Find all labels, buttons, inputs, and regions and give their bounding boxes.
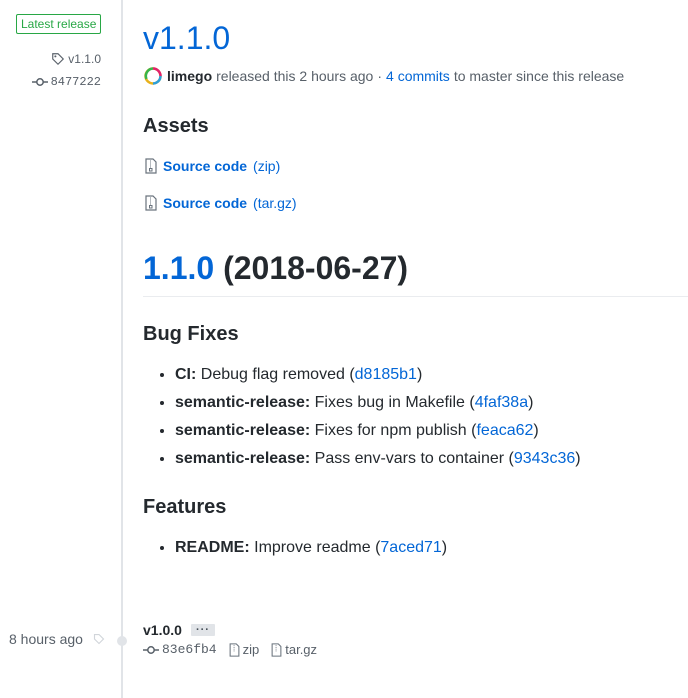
list-item: CI: Debug flag removed (d8185b1) <box>175 361 581 389</box>
older-commit-sha: 83e6fb4 <box>162 642 217 657</box>
change-text: Improve readme ( <box>254 539 381 556</box>
list-item: README: Improve readme (7aced71) <box>175 534 447 562</box>
avatar[interactable] <box>143 66 163 86</box>
commit-hash-link[interactable]: 4faf38a <box>475 394 528 411</box>
tag-icon <box>51 52 65 66</box>
timeline-line <box>121 0 123 698</box>
asset-name: Source code <box>163 158 248 174</box>
list-item: semantic-release: Pass env-vars to conta… <box>175 445 581 473</box>
change-scope: semantic-release: <box>175 394 311 411</box>
bug-fixes-list: CI: Debug flag removed (d8185b1) semanti… <box>143 361 581 473</box>
notes-version-heading: 1.1.0 (2018-06-27) <box>143 246 408 290</box>
change-text: Debug flag removed ( <box>200 366 355 383</box>
author-link[interactable]: limego <box>167 68 212 84</box>
close-paren: ) <box>528 394 534 411</box>
relative-time: 8 hours ago <box>9 631 83 647</box>
version-date: (2018-06-27) <box>223 250 409 286</box>
file-zip-icon <box>145 158 157 174</box>
older-release-meta: 83e6fb4 zip tar.gz <box>143 642 317 657</box>
zip-label: zip <box>242 642 260 657</box>
commit-sha: 8477222 <box>50 75 101 89</box>
older-targz-link[interactable]: tar.gz <box>271 642 317 657</box>
assets-heading: Assets <box>143 115 209 137</box>
commit-hash-link[interactable]: 9343c36 <box>514 450 575 467</box>
asset-ext: (tar.gz) <box>253 195 297 211</box>
commits-suffix: to master since this release <box>453 68 625 84</box>
change-scope: CI: <box>175 366 197 383</box>
asset-targz-link[interactable]: Source code (tar.gz) <box>145 195 297 211</box>
close-paren: ) <box>575 450 581 467</box>
change-text: Pass env-vars to container ( <box>314 450 514 467</box>
commits-link[interactable]: 4 commits <box>386 68 450 84</box>
change-scope: semantic-release: <box>175 450 311 467</box>
features-heading: Features <box>143 496 227 518</box>
older-zip-link[interactable]: zip <box>229 642 260 657</box>
file-zip-icon <box>229 642 240 657</box>
asset-zip-link[interactable]: Source code (zip) <box>145 158 280 174</box>
tag-link[interactable]: v1.1.0 <box>51 52 101 66</box>
asset-ext: (zip) <box>253 158 281 174</box>
file-zip-icon <box>271 642 282 657</box>
close-paren: ) <box>533 422 539 439</box>
release-title[interactable]: v1.1.0 <box>143 16 230 60</box>
separator-dot: · <box>377 68 383 84</box>
commit-hash-link[interactable]: feaca62 <box>476 422 533 439</box>
close-paren: ) <box>441 539 448 556</box>
features-list: README: Improve readme (7aced71) <box>143 534 447 562</box>
commit-hash-link[interactable]: 7aced71 <box>380 539 441 556</box>
commit-hash-link[interactable]: d8185b1 <box>355 366 417 383</box>
targz-label: tar.gz <box>285 642 318 657</box>
version-link[interactable]: 1.1.0 <box>143 250 214 286</box>
expand-notes-button[interactable]: ··· <box>190 624 215 636</box>
change-text: Fixes for npm publish ( <box>314 422 477 439</box>
change-text: Fixes bug in Makefile ( <box>314 394 475 411</box>
file-zip-icon <box>145 195 157 211</box>
commit-icon <box>143 643 159 657</box>
close-paren: ) <box>416 366 423 383</box>
latest-release-badge: Latest release <box>16 14 102 34</box>
bug-fixes-heading: Bug Fixes <box>143 323 239 345</box>
older-release-header: v1.0.0 ··· <box>143 622 215 638</box>
tag-label: v1.1.0 <box>68 52 101 66</box>
timeline-dot <box>117 636 127 646</box>
release-byline: limego released this 2 hours ago · 4 com… <box>143 66 624 86</box>
asset-name: Source code <box>163 195 248 211</box>
list-item: semantic-release: Fixes for npm publish … <box>175 417 581 445</box>
list-item: semantic-release: Fixes bug in Makefile … <box>175 389 581 417</box>
released-text: released this 2 hours ago <box>216 68 374 84</box>
change-scope: semantic-release: <box>175 422 311 439</box>
older-commit-link[interactable]: 83e6fb4 <box>143 642 217 657</box>
older-release-time: 8 hours ago <box>9 631 105 647</box>
change-scope: README: <box>175 539 250 556</box>
older-tag-link[interactable]: v1.0.0 <box>143 622 182 638</box>
heading-divider <box>143 296 688 297</box>
commit-icon <box>31 75 48 89</box>
tag-icon <box>93 633 105 645</box>
commit-link[interactable]: 8477222 <box>31 75 101 89</box>
